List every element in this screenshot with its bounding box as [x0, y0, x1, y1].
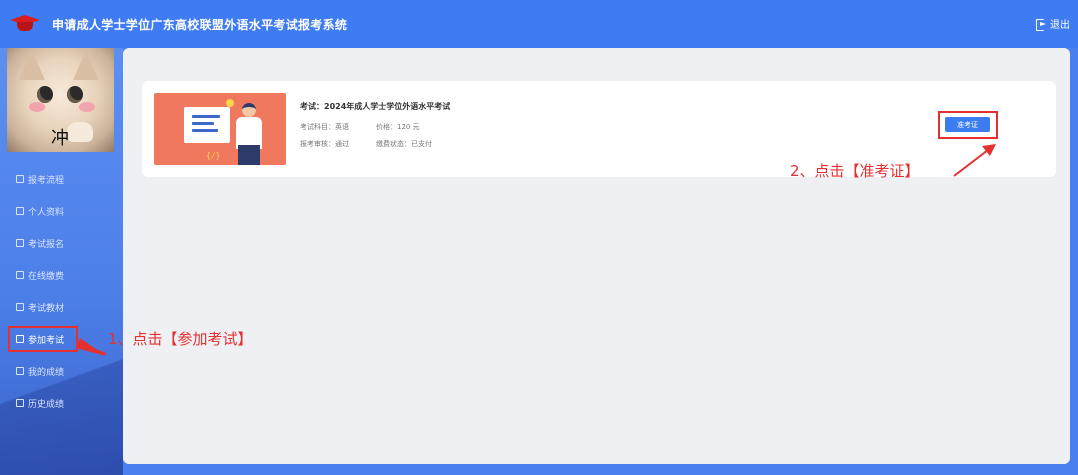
annotation-step1: 1、点击【参加考试】 — [108, 330, 253, 348]
edit-icon — [16, 271, 24, 279]
system-title: 申请成人学士学位广东高校联盟外语水平考试报考系统 — [52, 17, 348, 32]
sidebar-item-profile[interactable]: 个人资料 — [0, 195, 123, 227]
annotation-step2: 2、点击【准考证】 — [790, 162, 920, 180]
sidebar-item-materials[interactable]: 考试教材 — [0, 291, 123, 323]
exam-payment-status: 缴费状态：已支付 — [376, 140, 432, 148]
exam-illustration: {/} — [154, 93, 286, 165]
sidebar-nav: 报考流程 个人资料 考试报名 在线缴费 考试教材 参加考试 我的成绩 历史成绩 — [0, 163, 123, 419]
edit-icon — [16, 303, 24, 311]
exam-price: 价格：120 元 — [376, 123, 420, 131]
edit-icon — [16, 335, 24, 343]
exam-review-status: 报考审核：通过 — [300, 140, 349, 148]
sidebar-item-label: 历史成绩 — [28, 399, 65, 410]
main-panel: {/} 考试：2024年成人学士学位外语水平考试 考试科目：英语 价格：120 … — [123, 48, 1070, 464]
exam-status-row: 报考审核：通过 缴费状态：已支付 — [300, 139, 432, 149]
sidebar-item-exam-process[interactable]: 报考流程 — [0, 163, 123, 195]
avatar: 冲 — [7, 48, 114, 152]
sidebar-item-online-payment[interactable]: 在线缴费 — [0, 259, 123, 291]
avatar-text: 冲 — [51, 128, 69, 149]
exam-subject: 考试科目：英语 — [300, 123, 349, 131]
sidebar-item-label: 在线缴费 — [28, 271, 65, 282]
sidebar-item-take-exam[interactable]: 参加考试 — [8, 326, 78, 352]
edit-icon — [16, 175, 24, 183]
sidebar-item-label: 考试报名 — [28, 239, 65, 250]
sidebar: 冲 报考流程 个人资料 考试报名 在线缴费 考试教材 参加考试 我的成绩 历史成… — [0, 48, 123, 475]
admission-ticket-button[interactable]: 准考证 — [945, 117, 990, 132]
logout-icon — [1036, 18, 1046, 31]
exam-info-row: 考试科目：英语 价格：120 元 — [300, 122, 420, 132]
exam-title: 考试：2024年成人学士学位外语水平考试 — [300, 102, 451, 111]
sidebar-item-exam-registration[interactable]: 考试报名 — [0, 227, 123, 259]
edit-icon — [16, 399, 24, 407]
sidebar-item-label: 我的成绩 — [28, 367, 65, 378]
sidebar-item-history-scores[interactable]: 历史成绩 — [0, 387, 123, 419]
edit-icon — [16, 367, 24, 375]
user-card-icon — [16, 207, 24, 215]
sidebar-item-label: 参加考试 — [28, 335, 65, 346]
ticket-highlight-box: 准考证 — [938, 111, 998, 139]
sidebar-item-label: 报考流程 — [28, 175, 65, 186]
graduation-cap-icon — [8, 13, 42, 35]
sidebar-item-label: 个人资料 — [28, 207, 65, 218]
logout-label: 退出 — [1050, 20, 1070, 31]
sidebar-item-label: 考试教材 — [28, 303, 65, 314]
logout-button[interactable]: 退出 — [1036, 16, 1070, 31]
top-header: 申请成人学士学位广东高校联盟外语水平考试报考系统 退出 — [0, 0, 1078, 48]
edit-icon — [16, 239, 24, 247]
sidebar-item-my-scores[interactable]: 我的成绩 — [0, 355, 123, 387]
